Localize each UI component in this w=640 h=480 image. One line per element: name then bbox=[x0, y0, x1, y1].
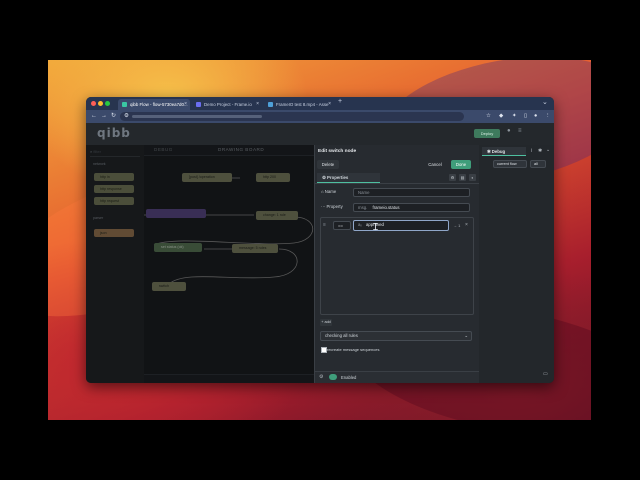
forward-button[interactable]: → bbox=[101, 110, 107, 123]
tab-title: qibb Flow - flow-5730ea7d0... bbox=[130, 102, 188, 107]
cancel-label: Cancel bbox=[428, 162, 442, 167]
rule-mode-text: checking all rules bbox=[325, 333, 358, 338]
debug-level-select[interactable]: all bbox=[530, 160, 546, 168]
appearance-icon[interactable]: ◐ bbox=[469, 174, 476, 181]
property-field[interactable]: msg. frameio.status bbox=[353, 203, 470, 212]
enabled-label: Enabled bbox=[341, 375, 357, 380]
tray-title: Edit switch node bbox=[318, 149, 357, 154]
browser-window: qibb Flow - flow-5730ea7d0... × Demo Pro… bbox=[86, 97, 554, 383]
site-info-icon[interactable]: ⚙ bbox=[124, 110, 129, 123]
enabled-toggle[interactable] bbox=[329, 374, 337, 380]
debug-options-icon[interactable]: ✱ bbox=[538, 148, 542, 154]
name-label-text: Name bbox=[324, 189, 337, 194]
rule-value-input[interactable]: aₓ approved bbox=[353, 220, 449, 231]
add-rule-button[interactable]: + add bbox=[320, 319, 332, 326]
reload-button[interactable]: ↻ bbox=[111, 110, 116, 123]
asset-favicon-icon bbox=[268, 102, 273, 107]
close-tab-icon[interactable]: × bbox=[184, 99, 187, 110]
name-field-text: Name bbox=[358, 190, 370, 195]
rules-list: ≡ == aₓ approved Ｉ → 1 × bbox=[320, 217, 474, 315]
text-cursor-icon: Ｉ bbox=[371, 222, 381, 232]
operator-select[interactable]: == bbox=[333, 221, 351, 230]
operator-text: == bbox=[338, 223, 344, 228]
remove-rule-icon[interactable]: × bbox=[465, 222, 468, 228]
hamburger-menu-icon[interactable]: ≡ bbox=[518, 128, 522, 134]
name-field[interactable]: Name bbox=[353, 188, 470, 197]
name-label: ⌂ Name bbox=[321, 189, 336, 194]
tab-properties[interactable]: ⚙ Properties bbox=[317, 173, 380, 183]
sidebar-toggle-icon[interactable]: ▯ bbox=[524, 110, 527, 123]
properties-header: ⚙ Properties ⚙ ▤ ◐ bbox=[315, 173, 479, 184]
maximize-window-button[interactable] bbox=[105, 101, 110, 106]
qibb-logo: qibb bbox=[97, 126, 131, 140]
properties-label: Properties bbox=[327, 175, 349, 180]
minimize-window-button[interactable] bbox=[98, 101, 103, 106]
settings-icon[interactable]: ⚙ bbox=[449, 174, 456, 181]
browser-menu-icon[interactable]: ⋮ bbox=[545, 110, 551, 123]
rule-mode-select[interactable]: checking all rules ⌄ bbox=[320, 331, 472, 341]
new-tab-button[interactable]: + bbox=[338, 98, 342, 105]
qibb-favicon-icon bbox=[122, 102, 127, 107]
profile-avatar-icon[interactable]: ● bbox=[534, 110, 537, 123]
cancel-button[interactable]: Cancel bbox=[425, 160, 445, 169]
debug-filter-select[interactable]: current flow bbox=[493, 160, 527, 168]
done-label: Done bbox=[455, 162, 467, 167]
property-type-dropdown[interactable]: msg. bbox=[358, 205, 367, 210]
tab-list-chevron-icon[interactable]: ⌄ bbox=[542, 98, 548, 106]
debug-level-text: all bbox=[534, 162, 538, 166]
property-label-text: Property bbox=[326, 204, 343, 209]
deploy-button[interactable]: Deploy bbox=[474, 129, 500, 138]
chevron-down-icon: ⌄ bbox=[464, 333, 468, 338]
property-value-text: frameio.status bbox=[372, 205, 400, 210]
add-label: + add bbox=[321, 320, 331, 324]
debug-filter-text: current flow bbox=[497, 162, 517, 166]
deploy-label: Deploy bbox=[480, 131, 494, 136]
app-header: qibb Deploy ● ≡ bbox=[86, 123, 554, 145]
delete-label: Delete bbox=[321, 162, 335, 167]
property-label: ⋯ Property bbox=[321, 204, 343, 210]
description-icon[interactable]: ▤ bbox=[459, 174, 466, 181]
tab-title: Demo Project - Frame.io bbox=[204, 102, 252, 107]
puzzle-icon[interactable]: ✦ bbox=[512, 110, 517, 123]
tray-footer: ⚙ Enabled bbox=[315, 371, 479, 383]
monitor-icon[interactable]: ▭ bbox=[543, 371, 548, 377]
browser-tab-qibb[interactable]: qibb Flow - flow-5730ea7d0... × bbox=[118, 99, 190, 110]
node-settings-icon[interactable]: ⚙ bbox=[319, 374, 323, 380]
done-button[interactable]: Done bbox=[451, 160, 471, 169]
extension-icon[interactable]: ◆ bbox=[499, 110, 503, 123]
browser-toolbar: ← → ↻ ⚙ ☆ ◆ ✦ ▯ ● ⋮ bbox=[86, 110, 554, 123]
recreate-sequences-label: recreate message sequences bbox=[327, 347, 380, 352]
drag-handle-icon[interactable]: ≡ bbox=[323, 222, 326, 228]
back-button[interactable]: ← bbox=[91, 110, 97, 123]
bookmark-star-icon[interactable]: ☆ bbox=[486, 110, 491, 123]
blurred-url bbox=[132, 115, 262, 118]
tab-title: FrameIO test 8.mp4 - Asse bbox=[276, 102, 329, 107]
debug-sidebar: ✱ Debug i ✱ ⌄ current flow all ▭ bbox=[479, 145, 554, 383]
modal-dim-overlay bbox=[86, 145, 314, 383]
output-port-label: → 1 bbox=[453, 223, 461, 228]
tab-debug[interactable]: ✱ Debug bbox=[482, 147, 526, 156]
edit-switch-node-tray: Edit switch node Delete Cancel Done ⚙ Pr… bbox=[314, 145, 479, 383]
frameio-favicon-icon bbox=[196, 102, 201, 107]
sidebar-chevron-down-icon[interactable]: ⌄ bbox=[546, 147, 550, 153]
delete-button[interactable]: Delete bbox=[317, 160, 339, 169]
address-bar[interactable]: ⚙ bbox=[120, 112, 464, 121]
browser-tab-frameio[interactable]: Demo Project - Frame.io × bbox=[192, 99, 262, 110]
close-window-button[interactable] bbox=[91, 101, 96, 106]
browser-tab-bar: qibb Flow - flow-5730ea7d0... × Demo Pro… bbox=[86, 97, 554, 110]
info-icon[interactable]: i bbox=[531, 148, 532, 154]
debug-tab-label: Debug bbox=[491, 149, 506, 154]
browser-tab-asset[interactable]: FrameIO test 8.mp4 - Asse × bbox=[264, 99, 334, 110]
close-tab-icon[interactable]: × bbox=[328, 99, 331, 110]
rule-row: ≡ == aₓ approved Ｉ → 1 × bbox=[321, 220, 473, 233]
close-tab-icon[interactable]: × bbox=[256, 99, 259, 110]
value-type-icon: aₓ bbox=[358, 222, 362, 227]
user-icon[interactable]: ● bbox=[507, 128, 511, 134]
